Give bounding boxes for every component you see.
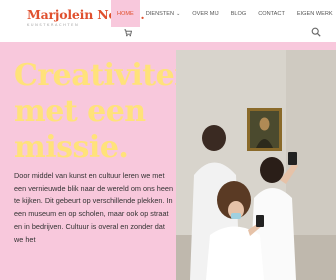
search-icon[interactable] [311,27,321,37]
nav-label: OVER MIJ [192,11,219,17]
hero-title-line: missie. [14,130,129,165]
nav-item-blog[interactable]: BLOG [225,0,253,27]
nav-item-contact[interactable]: CONTACT [252,0,291,27]
nav-label: DIENSTEN [145,11,175,17]
nav-item-eigen-werk[interactable]: EIGEN WERK [291,0,336,27]
nav-item-over-mij[interactable]: OVER MIJ [186,0,224,27]
hero-paragraph: Door middel van kunst en cultuur leren w… [14,171,174,244]
cart-icon[interactable] [124,29,132,37]
nav-label: BLOG [230,11,247,17]
nav-label: EIGEN WERK [296,11,333,17]
nav-label: HOME [117,11,134,17]
site-header: Marjolein Nolles. KUNSTKRACHTEN HOME DIE… [0,0,336,42]
hero-title-line: Creativiteit [14,58,199,93]
chevron-down-icon: ⌄ [176,11,181,17]
nav-item-home[interactable]: HOME [111,0,140,27]
hero-title-line: met een [14,94,146,129]
main-nav: HOME DIENSTEN ⌄ OVER MIJ BLOG CONTACT EIG… [111,0,336,27]
nav-item-diensten[interactable]: DIENSTEN ⌄ [140,0,187,27]
hero-photo [176,50,336,280]
nav-label: CONTACT [258,11,285,17]
hero-title: Creativiteit met een missie. [14,58,199,166]
museum-photo-illustration [176,50,336,280]
